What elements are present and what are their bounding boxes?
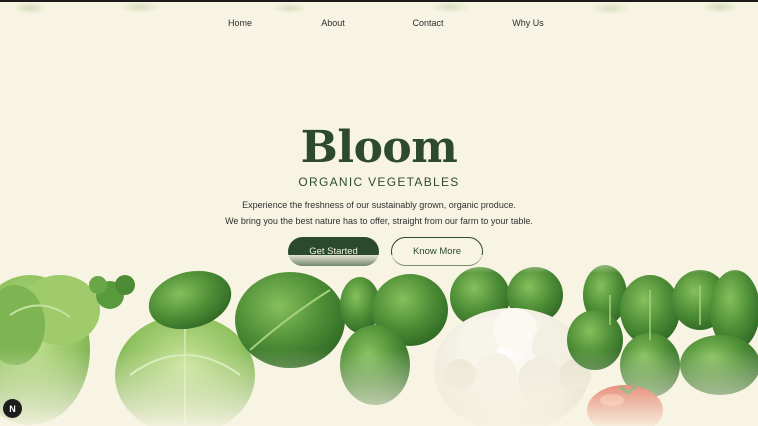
brand-tagline: ORGANIC VEGETABLES <box>298 175 460 189</box>
hero-description-line-2: We bring you the best nature has to offe… <box>225 216 533 226</box>
brand-title: Bloom <box>300 122 458 173</box>
nav-contact-link[interactable]: Contact <box>412 18 443 28</box>
main-nav: Home About Contact Why Us <box>0 18 758 32</box>
nav-about-link[interactable]: About <box>321 18 345 28</box>
nav-why-us-link[interactable]: Why Us <box>512 18 544 28</box>
vegetables-illustration <box>0 255 758 426</box>
dev-indicator-badge[interactable]: N <box>3 399 22 418</box>
nav-home-link[interactable]: Home <box>228 18 252 28</box>
hero-description-line-1: Experience the freshness of our sustaina… <box>242 200 516 210</box>
